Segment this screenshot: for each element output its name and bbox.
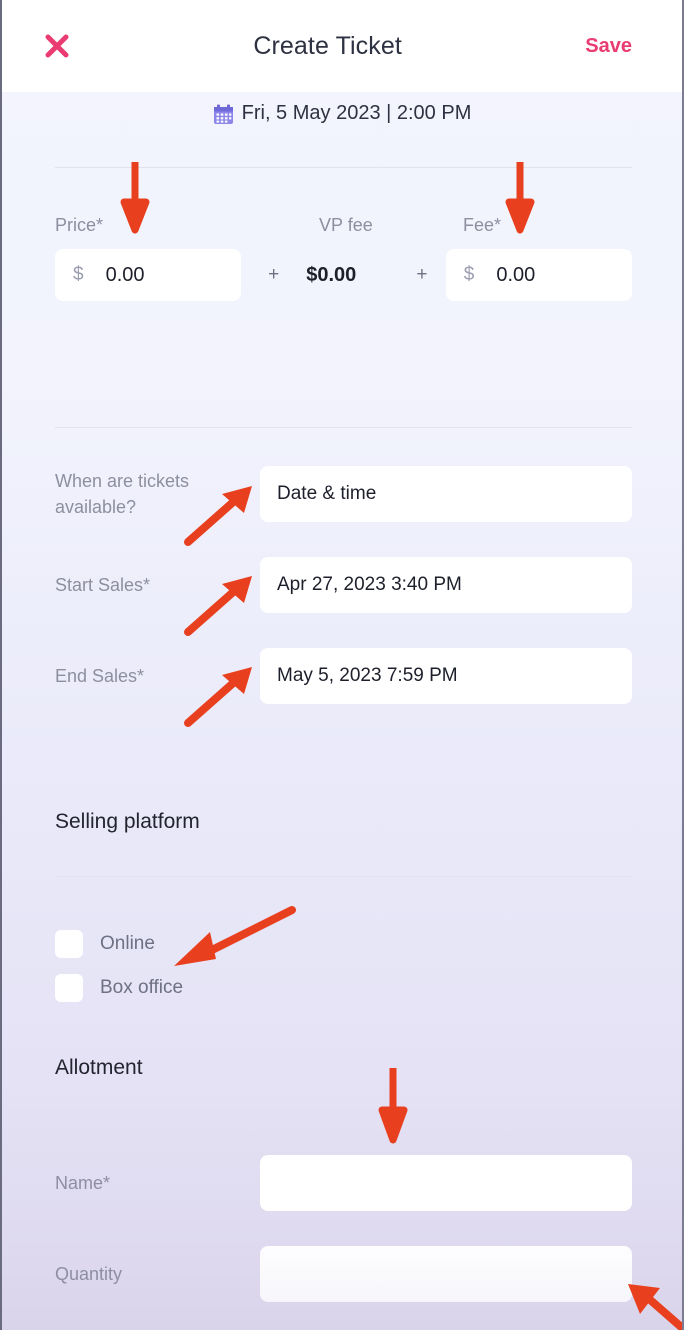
fee-input[interactable]: $ 0.00 xyxy=(445,249,632,301)
vp-fee-label: VP fee xyxy=(319,215,373,235)
annotation-arrow-online-checkbox xyxy=(170,902,300,972)
close-icon[interactable] xyxy=(40,29,74,63)
checkbox-box-office-label: Box office xyxy=(100,977,184,998)
allotment-name-label: Name* xyxy=(55,1172,111,1193)
plus-operator-2: + xyxy=(416,264,428,285)
allotment-quantity-label: Quantity xyxy=(55,1263,123,1284)
save-button[interactable]: Save xyxy=(585,35,652,58)
divider-top xyxy=(55,167,632,168)
allotment-quantity-input[interactable] xyxy=(260,1246,632,1302)
create-ticket-screen: Create Ticket Save Fri, 5 May 2023 | 2:0… xyxy=(0,0,684,1330)
annotation-arrow-allotment-name xyxy=(370,1068,420,1148)
event-datetime: Fri, 5 May 2023 | 2:00 PM xyxy=(2,102,682,125)
allotment-name-row: Name* xyxy=(55,1155,632,1211)
allotment-quantity-row: Quantity xyxy=(55,1246,632,1302)
end-sales-input[interactable]: May 5, 2023 7:59 PM xyxy=(260,648,632,704)
checkbox-online-label: Online xyxy=(100,933,155,954)
allotment-name-input[interactable] xyxy=(260,1155,632,1211)
divider-allotment xyxy=(55,1122,632,1123)
price-input[interactable]: $ 0.00 xyxy=(55,249,242,301)
when-available-select[interactable]: Date & time xyxy=(260,466,632,522)
fee-value: 0.00 xyxy=(496,263,536,286)
plus-operator-1: + xyxy=(268,264,280,285)
divider-pricing xyxy=(55,427,632,428)
selling-platform-heading: Selling platform xyxy=(55,810,200,833)
fee-label: Fee* xyxy=(463,215,502,235)
pricing-fields: $ 0.00 + $0.00 + $ 0.00 xyxy=(55,249,632,301)
fee-currency-symbol: $ xyxy=(463,264,475,285)
price-label: Price* xyxy=(55,215,104,235)
divider-selling-platform xyxy=(55,876,632,877)
start-sales-row: Start Sales* Apr 27, 2023 3:40 PM xyxy=(55,557,632,613)
price-currency-symbol: $ xyxy=(73,264,84,285)
end-sales-row: End Sales* May 5, 2023 7:59 PM xyxy=(55,648,632,704)
checkbox-online[interactable]: Online xyxy=(55,930,155,958)
top-bar: Create Ticket Save xyxy=(2,0,682,92)
allotment-heading: Allotment xyxy=(55,1056,143,1079)
pricing-labels: Price* VP fee Fee* xyxy=(55,212,632,236)
start-sales-input[interactable]: Apr 27, 2023 3:40 PM xyxy=(260,557,632,613)
event-datetime-text: Fri, 5 May 2023 | 2:00 PM xyxy=(241,102,472,124)
pricing-section: Price* VP fee Fee* $ 0.00 + $0.00 + $ 0.… xyxy=(55,212,632,301)
checkbox-box-office[interactable]: Box office xyxy=(55,974,183,1002)
vp-fee-value: $0.00 xyxy=(306,263,357,286)
availability-row: When are tickets available? Date & time xyxy=(55,466,632,522)
calendar-icon xyxy=(213,104,234,125)
end-sales-label: End Sales* xyxy=(55,666,145,686)
price-value: 0.00 xyxy=(105,263,145,286)
start-sales-label: Start Sales* xyxy=(55,575,151,595)
when-available-label: When are tickets available? xyxy=(55,471,190,517)
checkbox-box-office-box[interactable] xyxy=(55,974,83,1002)
page-title: Create Ticket xyxy=(253,31,402,60)
checkbox-online-box[interactable] xyxy=(55,930,83,958)
